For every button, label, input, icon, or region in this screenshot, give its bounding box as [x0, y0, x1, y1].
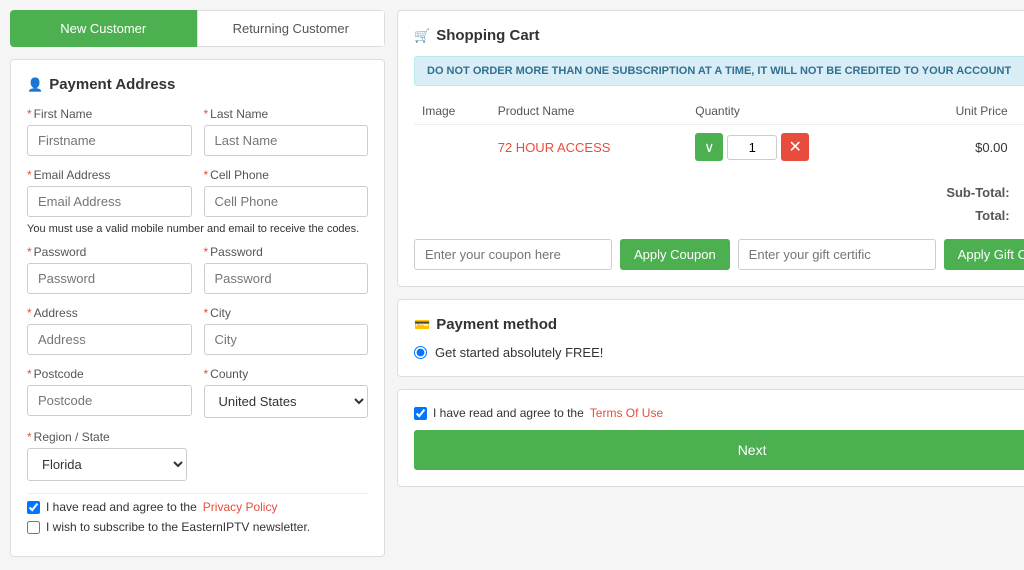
payment-address-box: Payment Address *First Name *Last Name: [10, 59, 385, 557]
region-row: *Region / State Florida California New Y…: [27, 430, 368, 481]
payment-method-title: Payment method: [414, 316, 1024, 333]
last-name-label: *Last Name: [204, 107, 369, 121]
apply-coupon-button[interactable]: Apply Coupon: [620, 239, 730, 270]
terms-card: I have read and agree to the Terms Of Us…: [397, 389, 1024, 487]
col-quantity: Quantity: [687, 98, 886, 125]
last-name-input[interactable]: [204, 125, 369, 156]
first-name-group: *First Name: [27, 107, 192, 156]
region-label: *Region / State: [27, 430, 187, 444]
newsletter-text: I wish to subscribe to the EasternIPTV n…: [46, 520, 310, 534]
email-input[interactable]: [27, 186, 192, 217]
tab-bar: New Customer Returning Customer: [10, 10, 385, 47]
city-group: *City: [204, 306, 369, 355]
user-icon: [27, 76, 43, 93]
qty-input[interactable]: [727, 135, 777, 160]
newsletter-checkbox[interactable]: [27, 521, 40, 534]
region-group: *Region / State Florida California New Y…: [27, 430, 187, 481]
shopping-cart-title: Shopping Cart: [414, 27, 1024, 44]
cell-phone-label: *Cell Phone: [204, 168, 369, 182]
postcode-input[interactable]: [27, 385, 192, 416]
col-product-name: Product Name: [490, 98, 688, 125]
postcode-group: *Postcode: [27, 367, 192, 418]
cart-item-name: 72 HOUR ACCESS: [490, 125, 688, 170]
helper-text: You must use a valid mobile number and e…: [27, 223, 368, 235]
total-row: Total: $0.00: [414, 204, 1024, 227]
cell-phone-input[interactable]: [204, 186, 369, 217]
address-label: *Address: [27, 306, 192, 320]
privacy-policy-checkbox[interactable]: [27, 501, 40, 514]
address-group: *Address: [27, 306, 192, 355]
password-group: *Password: [27, 245, 192, 294]
newsletter-row: I wish to subscribe to the EasternIPTV n…: [27, 520, 368, 534]
address-input[interactable]: [27, 324, 192, 355]
county-select[interactable]: United States United Kingdom Canada: [204, 385, 369, 418]
qty-increase-button[interactable]: ✕: [781, 133, 809, 161]
terms-text: I have read and agree to the: [433, 406, 584, 420]
privacy-policy-link[interactable]: Privacy Policy: [203, 500, 278, 514]
payment-address-title: Payment Address: [27, 76, 368, 93]
address-city-row: *Address *City: [27, 306, 368, 355]
table-row: 72 HOUR ACCESS ∨ ✕ $0.00 $0.00: [414, 125, 1024, 170]
confirm-password-label: *Password: [204, 245, 369, 259]
apply-gift-button[interactable]: Apply Gift Certificate: [944, 239, 1024, 270]
coupon-input[interactable]: [414, 239, 612, 270]
coupon-row: Apply Coupon Apply Gift Certificate: [414, 239, 1024, 270]
password-row: *Password *Password: [27, 245, 368, 294]
col-total: Total: [1016, 98, 1024, 125]
subtotal-label: Sub-Total:: [946, 185, 1009, 200]
postcode-county-row: *Postcode *County United States United K…: [27, 367, 368, 418]
next-button[interactable]: Next: [414, 430, 1024, 470]
cart-icon: [414, 27, 430, 44]
gift-input[interactable]: [738, 239, 936, 270]
col-unit-price: Unit Price: [911, 98, 1015, 125]
password-label: *Password: [27, 245, 192, 259]
free-option-radio[interactable]: [414, 346, 427, 359]
confirm-password-input[interactable]: [204, 263, 369, 294]
last-name-group: *Last Name: [204, 107, 369, 156]
postcode-label: *Postcode: [27, 367, 192, 381]
cart-item-total: $0.00: [1016, 125, 1024, 170]
cart-item-qty: ∨ ✕: [687, 125, 886, 170]
tab-new-customer[interactable]: New Customer: [10, 10, 197, 47]
divider: [27, 493, 368, 494]
card-icon: [414, 316, 430, 333]
terms-link[interactable]: Terms Of Use: [590, 406, 663, 420]
payment-method-card: Payment method Get started absolutely FR…: [397, 299, 1024, 377]
email-group: *Email Address: [27, 168, 192, 217]
alert-banner: DO NOT ORDER MORE THAN ONE SUBSCRIPTION …: [414, 56, 1024, 86]
first-name-label: *First Name: [27, 107, 192, 121]
cart-item-unit-price: $0.00: [911, 125, 1015, 170]
city-label: *City: [204, 306, 369, 320]
first-name-input[interactable]: [27, 125, 192, 156]
name-row: *First Name *Last Name: [27, 107, 368, 156]
left-panel: New Customer Returning Customer Payment …: [10, 10, 385, 557]
city-input[interactable]: [204, 324, 369, 355]
qty-decrease-button[interactable]: ∨: [695, 133, 723, 161]
total-label: Total:: [975, 208, 1009, 223]
col-image: Image: [414, 98, 490, 125]
county-group: *County United States United Kingdom Can…: [204, 367, 369, 418]
contact-row: *Email Address *Cell Phone: [27, 168, 368, 217]
region-select[interactable]: Florida California New York Texas: [27, 448, 187, 481]
cart-item-spacer: [887, 125, 912, 170]
terms-checkbox[interactable]: [414, 407, 427, 420]
col-spacer: [887, 98, 912, 125]
qty-control: ∨ ✕: [695, 133, 878, 161]
cart-item-image: [414, 125, 490, 170]
free-option-row: Get started absolutely FREE!: [414, 345, 1024, 360]
terms-row: I have read and agree to the Terms Of Us…: [414, 406, 1024, 420]
password-input[interactable]: [27, 263, 192, 294]
free-option-label: Get started absolutely FREE!: [435, 345, 603, 360]
tab-returning-customer[interactable]: Returning Customer: [197, 10, 386, 47]
cart-table: Image Product Name Quantity Unit Price T…: [414, 98, 1024, 169]
privacy-policy-row: I have read and agree to the Privacy Pol…: [27, 500, 368, 514]
right-panel: Shopping Cart DO NOT ORDER MORE THAN ONE…: [397, 10, 1024, 557]
subtotal-row: Sub-Total: $0.00: [414, 181, 1024, 204]
county-label: *County: [204, 367, 369, 381]
cell-phone-group: *Cell Phone: [204, 168, 369, 217]
shopping-cart-card: Shopping Cart DO NOT ORDER MORE THAN ONE…: [397, 10, 1024, 287]
confirm-password-group: *Password: [204, 245, 369, 294]
privacy-policy-text: I have read and agree to the: [46, 500, 197, 514]
email-label: *Email Address: [27, 168, 192, 182]
